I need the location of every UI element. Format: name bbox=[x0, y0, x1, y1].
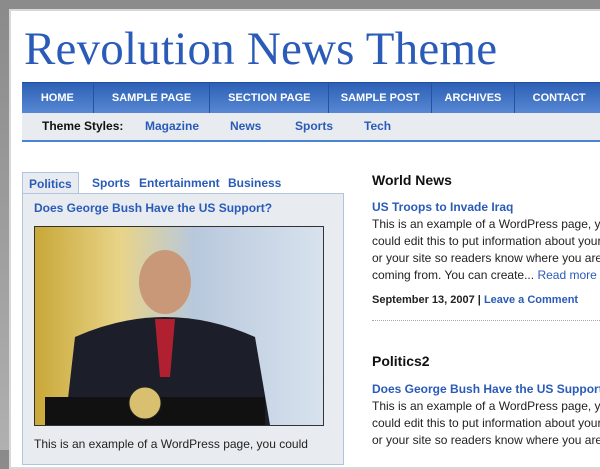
nav-sample-post[interactable]: SAMPLE POST bbox=[329, 83, 433, 113]
style-tech[interactable]: Tech bbox=[364, 113, 391, 140]
article-excerpt-line: This is an example of a WordPress page, … bbox=[372, 217, 600, 231]
featured-panel: Does George Bush Have the US Support? Th… bbox=[22, 193, 344, 465]
photo-illustration bbox=[45, 250, 270, 425]
style-news[interactable]: News bbox=[230, 113, 261, 140]
featured-excerpt: This is an example of a WordPress page, … bbox=[34, 437, 308, 451]
nav-sample-page[interactable]: SAMPLE PAGE bbox=[94, 83, 211, 113]
theme-styles-bar: Theme Styles: Magazine News Sports Tech bbox=[22, 113, 600, 142]
article-excerpt-line: This is an example of a WordPress page, … bbox=[372, 399, 600, 413]
article-excerpt-line: or your site so readers know where you a… bbox=[372, 433, 600, 447]
leave-comment-link[interactable]: Leave a Comment bbox=[484, 294, 578, 306]
section-title-politics2: Politics2 bbox=[372, 353, 430, 369]
main-nav: HOME SAMPLE PAGE SECTION PAGE SAMPLE POS… bbox=[22, 82, 600, 113]
nav-home[interactable]: HOME bbox=[22, 83, 94, 113]
nav-section-page[interactable]: SECTION PAGE bbox=[210, 83, 330, 113]
read-more-link[interactable]: Read more bbox=[537, 268, 596, 282]
article-headline[interactable]: Does George Bush Have the US Support? bbox=[372, 382, 600, 396]
divider bbox=[372, 320, 600, 321]
site-title[interactable]: Revolution News Theme bbox=[24, 22, 497, 76]
style-magazine[interactable]: Magazine bbox=[145, 113, 199, 140]
article-headline[interactable]: US Troops to Invade Iraq bbox=[372, 200, 513, 214]
tab-entertainment[interactable]: Entertainment bbox=[139, 172, 220, 194]
theme-styles-label: Theme Styles: bbox=[42, 119, 124, 133]
style-sports[interactable]: Sports bbox=[295, 113, 333, 140]
tab-sports[interactable]: Sports bbox=[92, 172, 130, 194]
nav-archives[interactable]: ARCHIVES bbox=[432, 83, 515, 113]
article-excerpt-line: could edit this to put information about… bbox=[372, 234, 600, 248]
featured-headline[interactable]: Does George Bush Have the US Support? bbox=[34, 201, 272, 215]
section-title-world-news: World News bbox=[372, 172, 452, 188]
article-excerpt-line: coming from. You can create... bbox=[372, 268, 535, 282]
article-excerpt-line: or your site so readers know where you a… bbox=[372, 251, 600, 265]
featured-photo[interactable] bbox=[34, 226, 324, 426]
post-date: September 13, 2007 | bbox=[372, 294, 481, 306]
article-excerpt-line: could edit this to put information about… bbox=[372, 416, 600, 430]
tab-politics[interactable]: Politics bbox=[22, 172, 79, 195]
tab-business[interactable]: Business bbox=[228, 172, 281, 194]
nav-contact[interactable]: CONTACT bbox=[515, 83, 600, 113]
